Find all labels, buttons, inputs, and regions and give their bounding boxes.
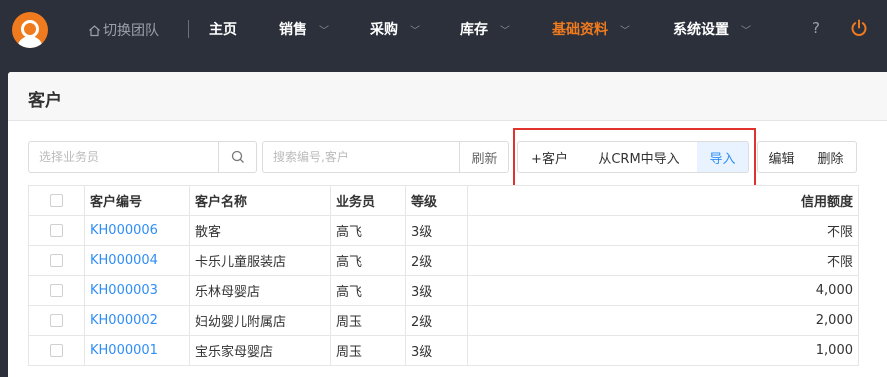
- customer-code-link[interactable]: KH000006: [84, 215, 190, 246]
- level: 2级: [405, 245, 468, 276]
- customer-name: 宝乐家母婴店: [189, 335, 331, 366]
- table-row[interactable]: KH000003 乐林母婴店 高飞 3级 4,000: [28, 275, 859, 306]
- app-logo[interactable]: [12, 12, 48, 48]
- chevron-down-icon: ﹀: [500, 25, 510, 37]
- search-button[interactable]: [218, 142, 257, 172]
- credit-limit: 不限: [467, 245, 859, 276]
- nav-item-purchase[interactable]: 采购 ﹀: [370, 19, 420, 39]
- nav-item-label: 销售: [279, 22, 307, 38]
- row-select-cell: [28, 215, 85, 246]
- customer-name: 妇幼婴儿附属店: [189, 305, 331, 336]
- nav-item-label: 主页: [209, 22, 237, 38]
- column-header-salesperson[interactable]: 业务员: [330, 185, 406, 216]
- row-checkbox[interactable]: [50, 254, 63, 267]
- table-row[interactable]: KH000006 散客 高飞 3级 不限: [28, 215, 859, 246]
- keyword-search-field[interactable]: 刷新: [262, 141, 509, 173]
- edit-button[interactable]: 编辑: [757, 141, 806, 173]
- credit-limit: 2,000: [467, 305, 859, 336]
- row-checkbox[interactable]: [50, 314, 63, 327]
- level: 3级: [405, 275, 468, 306]
- customer-name: 卡乐儿童服装店: [189, 245, 331, 276]
- column-header-level[interactable]: 等级: [405, 185, 468, 216]
- select-all-cell: [28, 185, 85, 216]
- nav-item-label: 基础资料: [552, 22, 608, 38]
- top-navigation-bar: 切换团队 主页 销售 ﹀ 采购 ﹀ 库存 ﹀ 基础资料 ﹀ 系统设置 ﹀ ?: [0, 0, 887, 58]
- column-header-name[interactable]: 客户名称: [189, 185, 331, 216]
- salesperson-input[interactable]: [29, 142, 217, 172]
- chevron-down-icon: ﹀: [410, 25, 420, 37]
- highlight-box: [513, 128, 756, 187]
- level: 2级: [405, 305, 468, 336]
- nav-item-label: 库存: [460, 22, 488, 38]
- panel-header: [8, 72, 887, 121]
- level: 3级: [405, 335, 468, 366]
- customer-code-link[interactable]: KH000004: [84, 245, 190, 276]
- salesperson: 高飞: [330, 275, 406, 306]
- page-title: 客户: [28, 91, 62, 111]
- credit-limit: 不限: [467, 215, 859, 246]
- row-select-cell: [28, 275, 85, 306]
- row-select-cell: [28, 335, 85, 366]
- salesperson-select[interactable]: [28, 141, 257, 173]
- column-header-credit[interactable]: 信用额度: [467, 185, 859, 216]
- customer-name: 乐林母婴店: [189, 275, 331, 306]
- delete-button[interactable]: 删除: [805, 141, 857, 173]
- row-checkbox[interactable]: [50, 284, 63, 297]
- nav-item-basic-data[interactable]: 基础资料 ﹀: [552, 19, 630, 39]
- customer-panel: 客户 刷新 +客户 从CRM中导入 导入 编辑 删除 客户编号 客户名称 业务员…: [8, 72, 887, 377]
- search-input[interactable]: [263, 142, 459, 172]
- search-icon: [231, 150, 244, 163]
- credit-limit: 1,000: [467, 335, 859, 366]
- home-icon: [89, 24, 100, 36]
- salesperson: 周玉: [330, 335, 406, 366]
- nav-item-label: 系统设置: [673, 22, 729, 38]
- row-checkbox[interactable]: [50, 344, 63, 357]
- customer-name: 散客: [189, 215, 331, 246]
- table-header-row: 客户编号 客户名称 业务员 等级 信用额度: [28, 185, 859, 216]
- chevron-down-icon: ﹀: [319, 25, 329, 37]
- customer-code-link[interactable]: KH000002: [84, 305, 190, 336]
- column-header-code[interactable]: 客户编号: [84, 185, 190, 216]
- logo-base: [17, 36, 43, 48]
- credit-limit: 4,000: [467, 275, 859, 306]
- level: 3级: [405, 215, 468, 246]
- row-select-cell: [28, 305, 85, 336]
- row-select-cell: [28, 245, 85, 276]
- customer-table: 客户编号 客户名称 业务员 等级 信用额度 KH000006 散客 高飞 3级 …: [28, 185, 859, 366]
- power-icon[interactable]: [850, 19, 868, 37]
- table-row[interactable]: KH000001 宝乐家母婴店 周玉 3级 1,000: [28, 335, 859, 366]
- refresh-button[interactable]: 刷新: [459, 142, 509, 172]
- nav-item-sales[interactable]: 销售 ﹀: [279, 19, 329, 39]
- salesperson: 高飞: [330, 245, 406, 276]
- select-all-checkbox[interactable]: [50, 194, 63, 207]
- switch-team-link[interactable]: 切换团队: [88, 20, 159, 40]
- table-row[interactable]: KH000002 妇幼婴儿附属店 周玉 2级 2,000: [28, 305, 859, 336]
- help-button[interactable]: ?: [812, 19, 820, 37]
- nav-item-inventory[interactable]: 库存 ﹀: [460, 19, 510, 39]
- chevron-down-icon: ﹀: [620, 25, 630, 37]
- nav-item-label: 采购: [370, 22, 398, 38]
- customer-code-link[interactable]: KH000003: [84, 275, 190, 306]
- customer-code-link[interactable]: KH000001: [84, 335, 190, 366]
- chevron-down-icon: ﹀: [741, 25, 751, 37]
- salesperson: 周玉: [330, 305, 406, 336]
- switch-team-label: 切换团队: [103, 23, 159, 39]
- nav-item-system-settings[interactable]: 系统设置 ﹀: [673, 19, 751, 39]
- table-row[interactable]: KH000004 卡乐儿童服装店 高飞 2级 不限: [28, 245, 859, 276]
- row-checkbox[interactable]: [50, 224, 63, 237]
- salesperson: 高飞: [330, 215, 406, 246]
- nav-item-home[interactable]: 主页: [209, 19, 237, 39]
- nav-divider: [188, 20, 189, 38]
